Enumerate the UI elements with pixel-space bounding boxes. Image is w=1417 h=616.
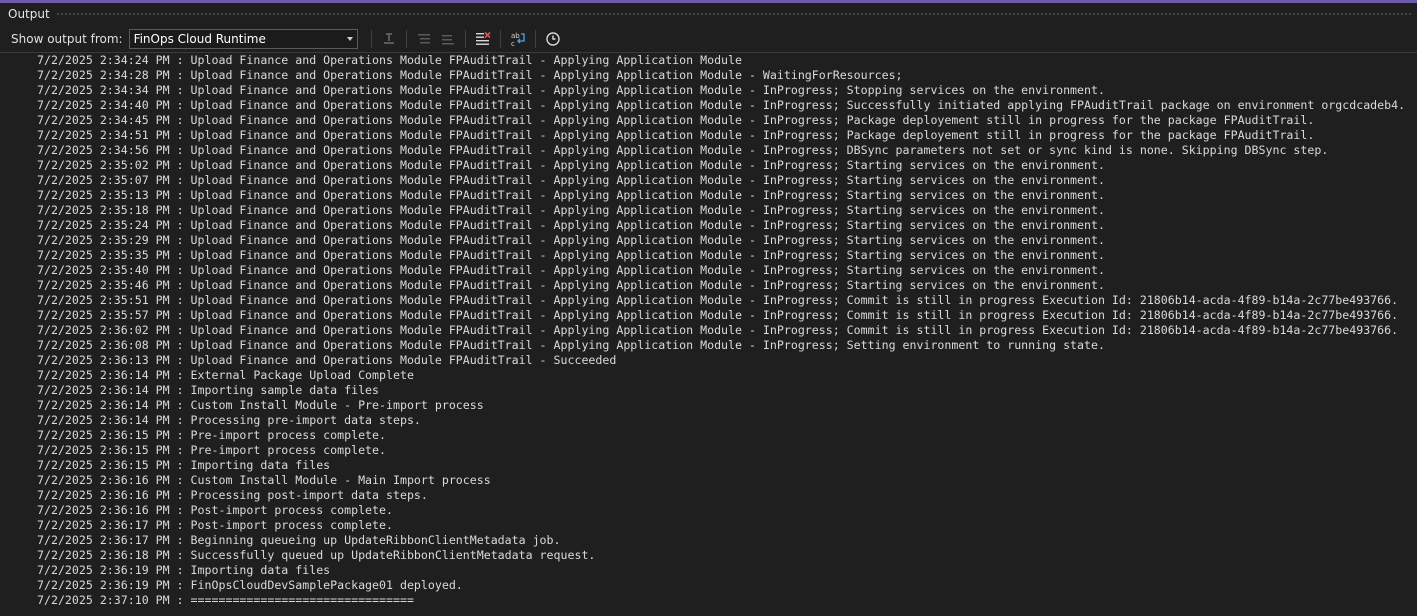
log-line: 7/2/2025 2:35:29 PM : Upload Finance and… [37,233,1105,247]
log-line: 7/2/2025 2:35:57 PM : Upload Finance and… [37,308,1399,322]
log-line: 7/2/2025 2:36:16 PM : Custom Install Mod… [37,473,491,487]
log-line: 7/2/2025 2:35:40 PM : Upload Finance and… [37,263,1105,277]
panel-title: Output [8,7,50,21]
next-message-icon [441,35,454,45]
log-line: 7/2/2025 2:34:28 PM : Upload Finance and… [37,68,903,82]
log-line: 7/2/2025 2:34:56 PM : Upload Finance and… [37,143,1329,157]
previous-message-icon [417,34,430,44]
chevron-down-icon [346,37,353,41]
log-line: 7/2/2025 2:36:16 PM : Processing post-im… [37,488,428,502]
output-log: 7/2/2025 2:34:24 PM : Upload Finance and… [37,53,1405,608]
toolbar-separator [370,30,372,48]
show-output-label: Show output from: [11,32,123,46]
log-line: 7/2/2025 2:36:14 PM : Importing sample d… [37,383,380,397]
clock-icon [545,32,560,46]
log-line: 7/2/2025 2:36:13 PM : Upload Finance and… [37,353,617,367]
log-line: 7/2/2025 2:35:02 PM : Upload Finance and… [37,158,1105,172]
title-grip[interactable] [55,11,1411,17]
toggle-timestamps-button[interactable] [543,29,563,49]
log-line: 7/2/2025 2:35:24 PM : Upload Finance and… [37,218,1105,232]
toolbar-separator [499,30,501,48]
log-line: 7/2/2025 2:36:14 PM : Processing pre-imp… [37,413,421,427]
log-line: 7/2/2025 2:36:15 PM : Importing data fil… [37,458,331,472]
log-line: 7/2/2025 2:36:15 PM : Pre-import process… [37,443,387,457]
log-line: 7/2/2025 2:35:46 PM : Upload Finance and… [37,278,1105,292]
toolbar-separator [464,30,466,48]
log-line: 7/2/2025 2:34:34 PM : Upload Finance and… [37,83,1105,97]
log-line: 7/2/2025 2:36:17 PM : Beginning queueing… [37,533,561,547]
output-title-bar[interactable]: Output [0,3,1417,25]
svg-text:ab: ab [511,32,520,40]
log-line: 7/2/2025 2:34:24 PM : Upload Finance and… [37,53,742,67]
log-line: 7/2/2025 2:35:51 PM : Upload Finance and… [37,293,1399,307]
toolbar-separator [534,30,536,48]
log-line: 7/2/2025 2:36:16 PM : Post-import proces… [37,503,393,517]
toolbar-separator [405,30,407,48]
log-line: 7/2/2025 2:36:08 PM : Upload Finance and… [37,338,1105,352]
log-line: 7/2/2025 2:37:10 PM : ==================… [37,593,414,607]
log-line: 7/2/2025 2:35:07 PM : Upload Finance and… [37,173,1105,187]
svg-text:c: c [511,40,515,47]
output-source-value: FinOps Cloud Runtime [133,32,266,46]
log-line: 7/2/2025 2:35:35 PM : Upload Finance and… [37,248,1105,262]
toggle-word-wrap-button[interactable]: ab c [508,29,528,49]
log-line: 7/2/2025 2:36:18 PM : Successfully queue… [37,548,596,562]
go-to-line-icon [383,33,394,44]
toggle-word-wrap-icon: ab c [511,32,525,47]
log-line: 7/2/2025 2:36:02 PM : Upload Finance and… [37,323,1399,337]
log-line: 7/2/2025 2:34:40 PM : Upload Finance and… [37,98,1406,112]
log-line: 7/2/2025 2:36:19 PM : Importing data fil… [37,563,331,577]
log-line: 7/2/2025 2:36:17 PM : Post-import proces… [37,518,393,532]
log-line: 7/2/2025 2:34:45 PM : Upload Finance and… [37,113,1315,127]
clear-all-icon [475,31,491,45]
next-message-button[interactable] [438,29,458,49]
log-line: 7/2/2025 2:35:18 PM : Upload Finance and… [37,203,1105,217]
log-line: 7/2/2025 2:34:51 PM : Upload Finance and… [37,128,1315,142]
output-toolbar: Show output from: FinOps Cloud Runtime a… [0,26,1417,52]
log-line: 7/2/2025 2:36:14 PM : Custom Install Mod… [37,398,484,412]
previous-message-button[interactable] [414,29,434,49]
log-line: 7/2/2025 2:36:15 PM : Pre-import process… [37,428,387,442]
output-text-area[interactable]: 7/2/2025 2:34:24 PM : Upload Finance and… [0,52,1417,616]
log-line: 7/2/2025 2:36:19 PM : FinOpsCloudDevSamp… [37,578,463,592]
log-line: 7/2/2025 2:35:13 PM : Upload Finance and… [37,188,1105,202]
go-to-line-button[interactable] [379,29,399,49]
log-line: 7/2/2025 2:36:14 PM : External Package U… [37,368,414,382]
clear-all-button[interactable] [473,29,493,49]
output-source-dropdown[interactable]: FinOps Cloud Runtime [128,29,358,49]
